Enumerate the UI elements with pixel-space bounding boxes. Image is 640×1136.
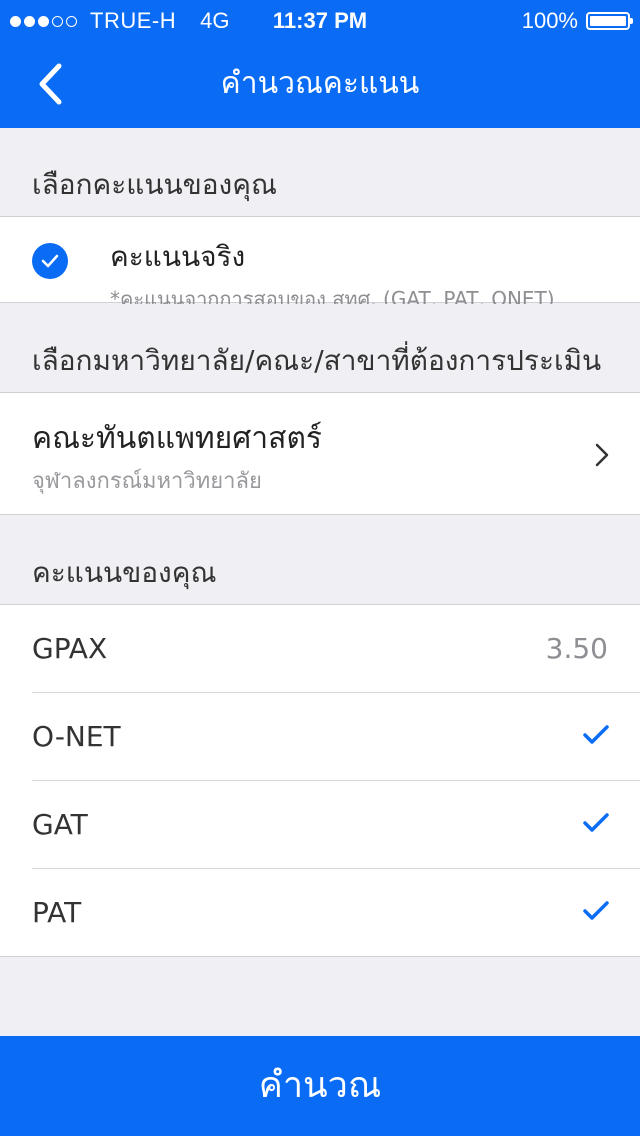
checkmark-icon: [583, 725, 609, 744]
score-label: GPAX: [32, 632, 108, 665]
faculty-selector[interactable]: คณะทันตแพทยศาสตร์ จุฬาลงกรณ์มหาวิทยาลัย: [0, 393, 640, 515]
chevron-right-icon: [595, 443, 609, 467]
navigation-bar: คำนวณคะแนน: [0, 40, 640, 128]
score-row-onet[interactable]: O-NET: [0, 693, 640, 781]
score-label: GAT: [32, 808, 88, 841]
university-name: จุฬาลงกรณ์มหาวิทยาลัย: [32, 469, 262, 494]
section-header-your-score: คะแนนของคุณ: [0, 516, 640, 605]
score-row-gpax[interactable]: GPAX 3.50: [0, 605, 640, 693]
score-value: 3.50: [545, 632, 608, 665]
back-button[interactable]: [26, 60, 74, 108]
checkmark-icon: [583, 901, 609, 920]
section-header-choose-university: เลือกมหาวิทยาลัย/คณะ/สาขาที่ต้องการประเม…: [0, 304, 640, 393]
status-bar: TRUE-H 4G 11:37 PM 100%: [0, 0, 640, 40]
faculty-name: คณะทันตแพทยศาสตร์: [32, 421, 323, 456]
section-header-choose-score: เลือกคะแนนของคุณ: [0, 128, 640, 217]
score-row-gat[interactable]: GAT: [0, 781, 640, 869]
checkmark-circle-icon: [32, 243, 68, 279]
score-row-pat[interactable]: PAT: [0, 869, 640, 957]
score-label: O-NET: [32, 720, 121, 753]
page-title: คำนวณคะแนน: [220, 66, 420, 101]
chevron-left-icon: [39, 63, 62, 105]
score-label: PAT: [32, 896, 82, 929]
checkmark-icon: [583, 813, 609, 832]
battery-icon: [586, 12, 633, 30]
score-option-actual[interactable]: คะแนนจริง *คะแนนจากการสอบของ สทศ. (GAT, …: [0, 217, 640, 311]
calculate-button[interactable]: คำนวณ: [0, 1036, 640, 1136]
score-option-title: คะแนนจริง: [110, 240, 246, 273]
battery-percent: 100%: [521, 8, 578, 33]
